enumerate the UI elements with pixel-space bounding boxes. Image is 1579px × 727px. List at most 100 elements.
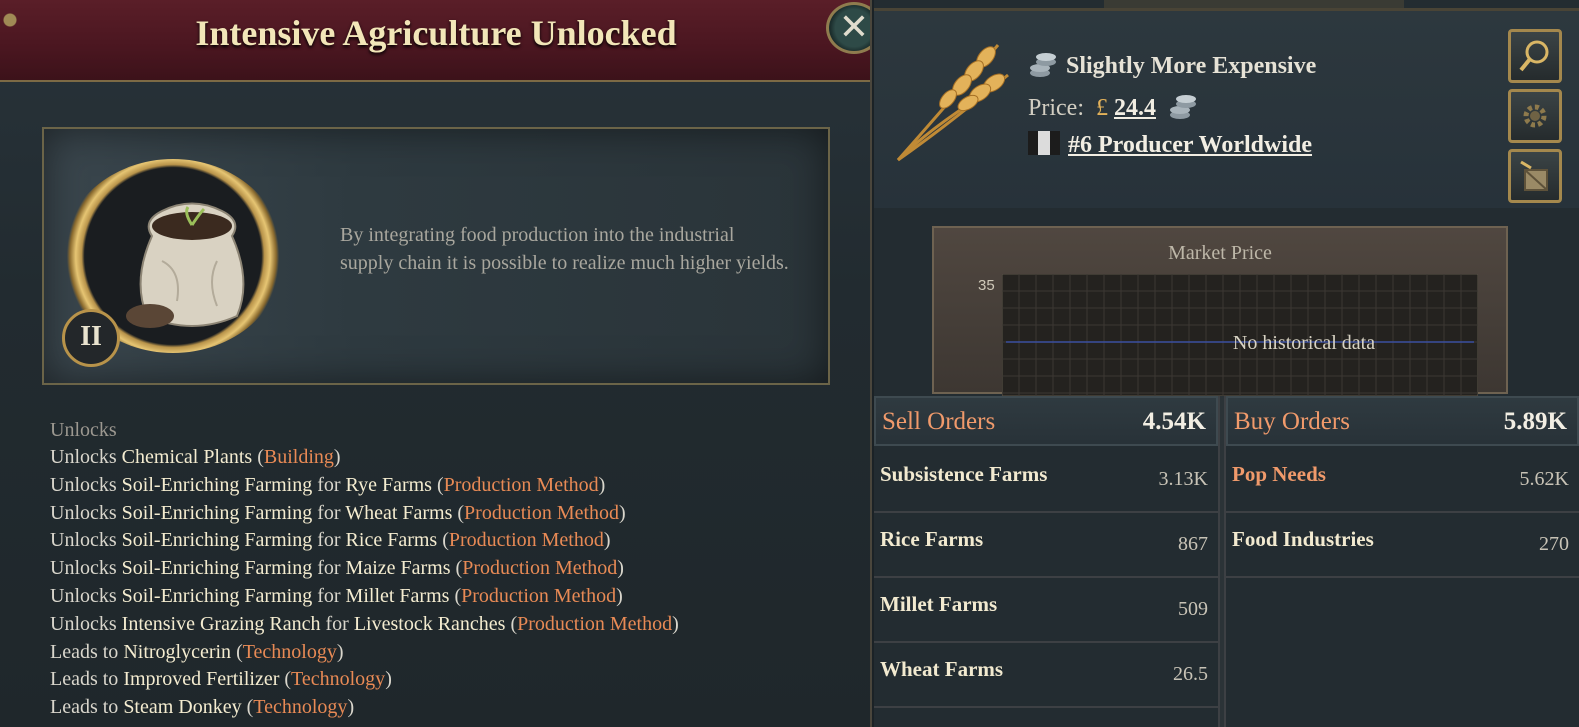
unlock-type[interactable]: Technology [291,668,385,690]
country-flag-icon [1028,131,1060,155]
close-button[interactable]: ✕ [826,2,870,54]
unlock-item[interactable]: Steam Donkey [123,696,241,718]
market-price-chart: Market Price 35 No historical data [932,226,1508,396]
coins-icon [1030,53,1056,77]
unlock-type[interactable]: Technology [243,641,337,663]
order-row[interactable]: Millet Farms 509 [874,578,1218,643]
trade-button[interactable] [1508,149,1562,203]
order-source-name: Millet Farms [880,592,998,616]
magnifier-icon [1519,40,1549,72]
price-label: Price: [1028,95,1084,121]
buy-orders-header[interactable]: Buy Orders 5.89K [1226,396,1579,446]
unlock-for-word: for [317,557,341,580]
unlock-verb: Unlocks [50,584,117,607]
sell-orders-header[interactable]: Sell Orders 4.54K [874,396,1218,446]
order-source-name: Rice Farms [880,527,984,551]
price-row: Price: £ 24.4 [1028,91,1206,122]
unlock-line: Leads to Improved Fertilizer (Technology… [50,668,392,691]
chart-y-tick: 35 [978,277,995,294]
popup-header: Intensive Agriculture Unlocked ✕ [0,0,870,82]
unlock-verb: Unlocks [50,557,117,580]
unlock-target[interactable]: Wheat Farms [345,502,452,524]
order-value: 270 [1539,533,1569,555]
unlock-item[interactable]: Soil-Enriching Farming [122,502,313,524]
sell-orders-list: Subsistence Farms 3.13K Rice Farms 867 Mille… [874,448,1218,708]
unlock-type[interactable]: Production Method [462,557,617,579]
popup-title: Intensive Agriculture Unlocked [195,13,677,53]
unlock-type[interactable]: Production Method [517,613,672,635]
unlock-line: Unlocks Soil-Enriching Farming for Mille… [50,584,623,607]
order-row[interactable]: Pop Needs 5.62K [1226,448,1579,513]
tier-badge: II [62,309,120,367]
unlock-line: Unlocks Intensive Grazing Ranch for Live… [50,612,679,635]
buy-orders-column: Buy Orders 5.89K Pop Needs 5.62K Food Indu… [1226,396,1579,727]
sell-orders-label: Sell Orders [882,408,996,435]
unlock-verb: Leads to [50,668,119,691]
producer-rank[interactable]: #6 Producer Worldwide [1068,132,1312,158]
unlock-item[interactable]: Nitroglycerin [123,641,231,663]
crate-icon [1520,160,1548,191]
unlock-for-word: for [317,529,341,552]
unlock-item[interactable]: Soil-Enriching Farming [122,529,313,551]
unlock-type[interactable]: Building [264,446,334,468]
unlock-type[interactable]: Production Method [464,502,619,524]
unlock-type[interactable]: Production Method [449,529,604,551]
unlock-verb: Leads to [50,696,119,719]
order-source-name: Wheat Farms [880,657,1004,681]
unlock-for-word: for [317,473,341,496]
unlock-line: Unlocks Soil-Enriching Farming for Rice … [50,529,611,552]
unlock-item[interactable]: Soil-Enriching Farming [122,585,313,607]
buy-orders-label: Buy Orders [1234,408,1350,435]
gear-icon [1523,104,1547,128]
unlock-target[interactable]: Livestock Ranches [354,613,506,635]
search-button[interactable] [1508,29,1562,83]
unlock-type[interactable]: Production Method [461,585,616,607]
unlock-line: Unlocks Soil-Enriching Farming for Rye F… [50,473,606,496]
unlock-target[interactable]: Rice Farms [346,529,438,551]
price-status: Slightly More Expensive [1066,53,1317,79]
wheat-icon [896,44,1009,162]
unlock-target[interactable]: Maize Farms [346,557,451,579]
unlock-line: Leads to Steam Donkey (Technology) [50,696,355,719]
unlock-item[interactable]: Improved Fertilizer [123,668,279,690]
producer-rank-row: #6 Producer Worldwide [1028,131,1312,159]
unlock-item[interactable]: Intensive Grazing Ranch [122,613,321,635]
unlock-target[interactable]: Rye Farms [346,474,432,496]
buy-orders-total: 5.89K [1503,408,1567,435]
order-row[interactable]: Subsistence Farms 3.13K [874,448,1218,513]
unlocks-heading: Unlocks [50,419,117,441]
fertilizer-sack-icon [126,202,245,328]
order-row[interactable]: Wheat Farms 26.5 [874,643,1218,708]
unlock-item[interactable]: Soil-Enriching Farming [122,474,313,496]
buy-orders-list: Pop Needs 5.62K Food Industries 270 [1226,448,1579,578]
tech-unlocked-popup: Intensive Agriculture Unlocked ✕ II By i… [0,0,872,727]
unlock-target[interactable]: Millet Farms [346,585,450,607]
order-row[interactable]: Food Industries 270 [1226,513,1579,578]
currency-symbol: £ [1095,95,1108,121]
unlock-line: Leads to Nitroglycerin (Technology) [50,640,344,663]
unlock-for-word: for [325,612,349,635]
unlock-verb: Unlocks [50,501,117,524]
settings-button[interactable] [1508,89,1562,143]
tech-card: II By integrating food production into t… [42,127,830,385]
unlock-for-word: for [317,501,341,524]
unlock-type[interactable]: Technology [253,696,347,718]
tech-description: By integrating food production into the … [340,224,789,274]
order-source-name: Food Industries [1232,527,1374,551]
order-value: 509 [1178,598,1208,620]
unlock-line: Unlocks Soil-Enriching Farming for Wheat… [50,501,626,524]
order-source-name: Pop Needs [1232,462,1326,486]
order-value: 3.13K [1158,468,1208,490]
close-icon: ✕ [838,7,870,48]
unlock-type[interactable]: Production Method [444,474,599,496]
order-source-name: Subsistence Farms [880,462,1048,486]
price-value[interactable]: 24.4 [1114,95,1156,121]
order-row[interactable]: Rice Farms 867 [874,513,1218,578]
unlock-verb: Unlocks [50,446,117,468]
unlock-verb: Leads to [50,640,119,663]
unlock-item[interactable]: Chemical Plants [122,446,253,468]
unlock-item[interactable]: Soil-Enriching Farming [122,557,313,579]
unlock-line: Unlocks Chemical Plants (Building) [50,446,341,468]
column-divider [1218,396,1226,727]
order-value: 26.5 [1173,663,1208,685]
